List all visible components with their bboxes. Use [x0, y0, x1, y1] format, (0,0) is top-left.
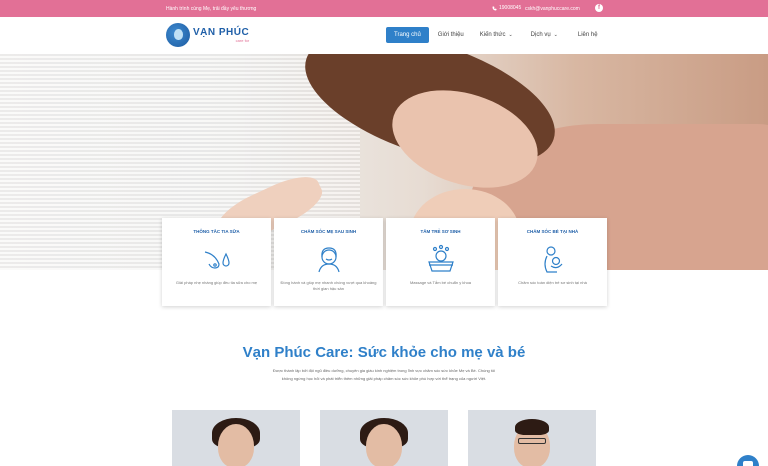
baby-bath-icon [428, 244, 454, 272]
service-cards: THÔNG TẮC TIA SỮA Giải pháp nhẹ nhàng gi… [162, 218, 607, 306]
phone-number: 19008045 [499, 5, 522, 11]
card-desc: Chăm sóc toàn diện trẻ sơ sinh tại nhà [518, 280, 587, 285]
logo[interactable]: VẠN PHÚC care for [166, 23, 249, 47]
nav-knowledge-label: Kiến thức [479, 32, 506, 38]
card-title: TẮM TRẺ SƠ SINH [420, 229, 461, 234]
nav-home[interactable]: Trang chủ [386, 27, 429, 43]
tagline: Hành trình cùng Mẹ, trải đầy yêu thương [166, 6, 257, 12]
card-title: CHĂM SÓC MẸ SAU SINH [300, 229, 357, 234]
chevron-down-icon: ⌄ [553, 32, 558, 38]
face [218, 424, 254, 466]
chevron-down-icon: ⌄ [508, 32, 513, 38]
service-card[interactable]: THÔNG TẮC TIA SỮA Giải pháp nhẹ nhàng gi… [162, 218, 271, 306]
section-description: Được thành lập bởi đội ngũ điều dưỡng, c… [272, 368, 496, 381]
nav-services[interactable]: Dịch vụ ⌄ [531, 32, 558, 38]
glasses [518, 438, 546, 444]
site-header: VẠN PHÚC care for Trang chủ Giới thiệu K… [0, 17, 768, 54]
logo-name: VẠN PHÚC [193, 26, 250, 38]
team-member-photo [468, 410, 596, 466]
logo-sub: care for [235, 37, 250, 43]
card-desc: Đồng hành và giúp mẹ nhanh chóng vượt qu… [280, 280, 377, 291]
chat-icon[interactable] [737, 455, 759, 466]
nav-services-label: Dịch vụ [530, 32, 551, 38]
facebook-icon[interactable]: f [595, 4, 603, 12]
card-desc: Massage và Tắm bé chuẩn y khoa [409, 280, 472, 285]
card-title: THÔNG TẮC TIA SỮA [193, 229, 240, 234]
section-title: Vạn Phúc Care: Sức khỏe cho mẹ và bé [242, 344, 526, 361]
team-member-photo [320, 410, 448, 466]
nav-knowledge[interactable]: Kiến thức ⌄ [480, 32, 513, 38]
phone-icon [492, 6, 497, 10]
service-card[interactable]: CHĂM SÓC BÉ TẠI NHÀ Chăm sóc toàn diện t… [498, 218, 607, 306]
main-nav: Trang chủ Giới thiệu Kiến thức ⌄ Dịch vụ… [386, 27, 598, 43]
face [366, 424, 402, 466]
service-card[interactable]: TẮM TRẺ SƠ SINH Massage và Tắm bé chuẩn … [386, 218, 495, 306]
nav-about[interactable]: Giới thiệu [438, 32, 464, 38]
nav-contact[interactable]: Liên hệ [578, 32, 598, 38]
top-bar: Hành trình cùng Mẹ, trải đầy yêu thương … [0, 0, 768, 17]
email-link[interactable]: cskh@vanphuccare.com [525, 6, 580, 12]
card-desc: Giải pháp nhẹ nhàng giúp đều tia sữa cho… [175, 280, 258, 285]
baby-care-icon [544, 246, 563, 273]
breast-milk-icon [204, 251, 230, 269]
mother-care-icon [318, 247, 340, 273]
phone-link[interactable]: 19008045 [492, 5, 521, 11]
service-card[interactable]: CHĂM SÓC MẸ SAU SINH Đồng hành và giúp m… [274, 218, 383, 306]
team-member-photo [172, 410, 300, 466]
hair [515, 419, 549, 435]
card-title: CHĂM SÓC BÉ TẠI NHÀ [526, 229, 579, 234]
logo-mark [166, 23, 190, 47]
